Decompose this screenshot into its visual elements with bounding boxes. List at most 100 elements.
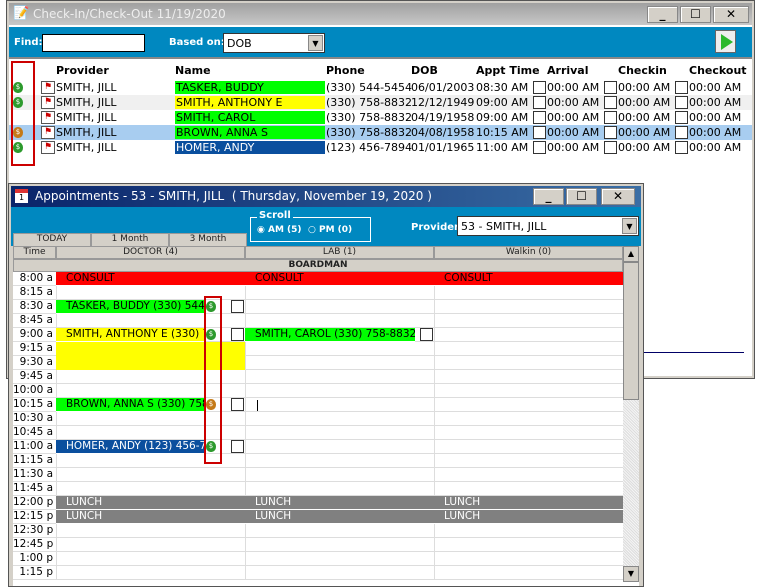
time-slot[interactable] bbox=[434, 426, 623, 440]
time-slot[interactable] bbox=[434, 356, 623, 370]
tab-3-month[interactable]: 3 Month bbox=[169, 233, 247, 247]
time-slot[interactable] bbox=[434, 482, 623, 496]
col-header-walkin[interactable]: Walkin (0) bbox=[434, 246, 623, 259]
time-slot[interactable] bbox=[434, 384, 623, 398]
appointment-block[interactable]: LUNCH bbox=[245, 496, 434, 510]
appointment-block[interactable]: LUNCH bbox=[434, 510, 623, 524]
time-slot[interactable] bbox=[56, 468, 245, 482]
go-button[interactable] bbox=[715, 30, 736, 53]
checkin-checkbox[interactable] bbox=[604, 126, 617, 139]
close-button[interactable]: ✕ bbox=[601, 188, 635, 205]
time-slot[interactable] bbox=[245, 468, 434, 482]
checkout-checkbox[interactable] bbox=[675, 141, 688, 154]
arrived-checkbox[interactable] bbox=[420, 328, 433, 341]
checkin-title-bar[interactable]: 📝 Check-In/Check-Out 11/19/2020 _ ☐ ✕ bbox=[9, 3, 752, 25]
checkout-checkbox[interactable] bbox=[675, 96, 688, 109]
arrival-checkbox[interactable] bbox=[533, 141, 546, 154]
minimize-button[interactable]: _ bbox=[533, 188, 564, 205]
time-slot[interactable] bbox=[56, 482, 245, 496]
provider-schedule-icon[interactable]: ⚑ bbox=[41, 81, 55, 94]
tab-today[interactable]: TODAY bbox=[13, 233, 91, 247]
arrived-checkbox[interactable] bbox=[231, 398, 244, 411]
time-slot[interactable] bbox=[245, 384, 434, 398]
time-slot[interactable] bbox=[56, 566, 245, 580]
appointment-block[interactable]: LUNCH bbox=[56, 510, 245, 524]
time-slot[interactable] bbox=[56, 552, 245, 566]
am-radio[interactable]: ◉ AM (5) bbox=[257, 225, 302, 235]
scroll-thumb[interactable] bbox=[623, 262, 639, 400]
time-slot[interactable] bbox=[245, 286, 434, 300]
checkin-checkbox[interactable] bbox=[604, 141, 617, 154]
scroll-up-button[interactable]: ▲ bbox=[623, 246, 639, 262]
checkin-checkbox[interactable] bbox=[604, 96, 617, 109]
time-slot[interactable] bbox=[245, 454, 434, 468]
appointment-block[interactable]: LUNCH bbox=[56, 496, 245, 510]
provider-schedule-icon[interactable]: ⚑ bbox=[41, 141, 55, 154]
appointment-block[interactable]: CONSULT bbox=[245, 272, 434, 286]
maximize-button[interactable]: ☐ bbox=[566, 188, 597, 205]
arrival-checkbox[interactable] bbox=[533, 111, 546, 124]
time-slot[interactable] bbox=[56, 524, 245, 538]
time-slot[interactable] bbox=[434, 524, 623, 538]
appointment-block[interactable]: HOMER, ANDY (123) 456-7894 bbox=[56, 440, 206, 454]
time-slot[interactable] bbox=[245, 552, 434, 566]
checkout-checkbox[interactable] bbox=[675, 81, 688, 94]
time-slot[interactable] bbox=[434, 468, 623, 482]
time-slot[interactable] bbox=[245, 426, 434, 440]
time-slot[interactable] bbox=[245, 370, 434, 384]
maximize-button[interactable]: ☐ bbox=[680, 6, 711, 23]
table-row[interactable]: $ ⚑ SMITH, JILL BROWN, ANNA S (330) 758-8832… bbox=[9, 125, 752, 140]
time-slot[interactable] bbox=[434, 328, 623, 342]
checkin-checkbox[interactable] bbox=[604, 111, 617, 124]
time-slot[interactable] bbox=[434, 342, 623, 356]
arrival-checkbox[interactable] bbox=[533, 126, 546, 139]
time-slot[interactable] bbox=[434, 538, 623, 552]
appointment-block[interactable]: LUNCH bbox=[434, 496, 623, 510]
table-row[interactable]: $ ⚑ SMITH, JILL TASKER, BUDDY (330) 544-5454… bbox=[9, 80, 752, 95]
column-header[interactable]: DOB bbox=[411, 64, 438, 77]
arrival-checkbox[interactable] bbox=[533, 81, 546, 94]
column-header[interactable]: Appt Time bbox=[476, 64, 540, 77]
time-slot[interactable] bbox=[434, 370, 623, 384]
arrived-checkbox[interactable] bbox=[231, 300, 244, 313]
vertical-scrollbar[interactable]: ▲ ▼ bbox=[623, 246, 639, 582]
column-header[interactable]: Checkin bbox=[618, 64, 667, 77]
close-button[interactable]: ✕ bbox=[713, 6, 749, 23]
appointment-block[interactable]: CONSULT bbox=[56, 272, 245, 286]
checkin-checkbox[interactable] bbox=[604, 81, 617, 94]
checkout-checkbox[interactable] bbox=[675, 126, 688, 139]
time-slot[interactable] bbox=[434, 454, 623, 468]
minimize-button[interactable]: _ bbox=[647, 6, 678, 23]
time-slot[interactable] bbox=[434, 566, 623, 580]
table-row[interactable]: ⚑ SMITH, JILL SMITH, CAROL (330) 758-8832 04… bbox=[9, 110, 752, 125]
provider-schedule-icon[interactable]: ⚑ bbox=[41, 96, 55, 109]
appointment-block[interactable]: CONSULT bbox=[434, 272, 623, 286]
scroll-down-button[interactable]: ▼ bbox=[623, 566, 639, 582]
appointment-block[interactable]: TASKER, BUDDY (330) 544-5454 bbox=[56, 300, 206, 314]
appointment-block[interactable]: BROWN, ANNA S (330) 758-8832 bbox=[56, 398, 206, 412]
column-header[interactable]: Phone bbox=[326, 64, 365, 77]
tab-1-month[interactable]: 1 Month bbox=[91, 233, 169, 247]
time-slot[interactable] bbox=[245, 440, 434, 454]
time-slot[interactable] bbox=[245, 314, 434, 328]
column-header[interactable]: Arrival bbox=[547, 64, 589, 77]
time-slot[interactable] bbox=[56, 538, 245, 552]
table-row[interactable]: $ ⚑ SMITH, JILL HOMER, ANDY (123) 456-7894 01… bbox=[9, 140, 752, 155]
find-input[interactable] bbox=[42, 34, 145, 52]
time-slot[interactable] bbox=[245, 538, 434, 552]
time-slot[interactable] bbox=[434, 412, 623, 426]
pm-radio[interactable]: ○ PM (0) bbox=[308, 225, 352, 235]
column-header[interactable]: Name bbox=[175, 64, 211, 77]
time-slot[interactable] bbox=[434, 300, 623, 314]
time-slot[interactable] bbox=[245, 342, 434, 356]
time-slot[interactable] bbox=[245, 356, 434, 370]
arrival-checkbox[interactable] bbox=[533, 96, 546, 109]
time-slot[interactable] bbox=[434, 440, 623, 454]
time-slot[interactable] bbox=[245, 398, 434, 412]
arrived-checkbox[interactable] bbox=[231, 328, 244, 341]
col-header-doctor[interactable]: DOCTOR (4) bbox=[56, 246, 245, 259]
col-header-lab[interactable]: LAB (1) bbox=[245, 246, 434, 259]
time-slot[interactable] bbox=[434, 314, 623, 328]
appointment-block[interactable]: SMITH, ANTHONY E (330) 758-8832 bbox=[56, 328, 206, 342]
time-slot[interactable] bbox=[245, 300, 434, 314]
